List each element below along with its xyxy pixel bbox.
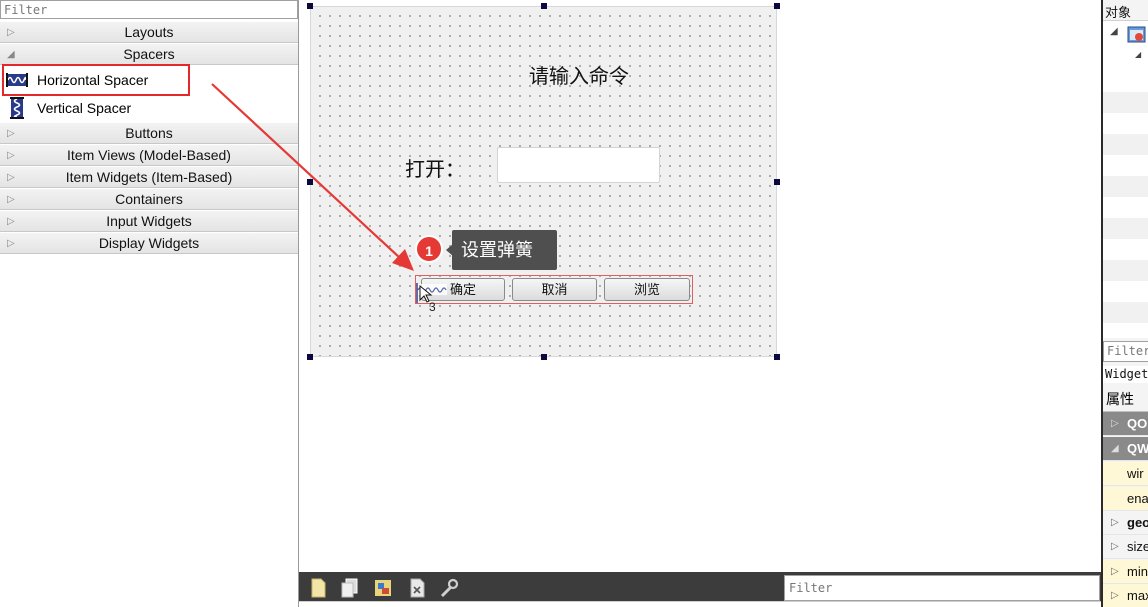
- tree-collapse-arrow-icon[interactable]: ◢: [1135, 50, 1141, 59]
- form-title-label: 请输入命令: [529, 66, 629, 88]
- tree-row[interactable]: [1103, 218, 1148, 239]
- expand-arrow-icon: ▷: [1111, 418, 1119, 429]
- property-row[interactable]: ▷ size: [1103, 535, 1148, 559]
- resize-handle[interactable]: [307, 354, 313, 360]
- category-label: Input Widgets: [106, 213, 192, 229]
- category-buttons[interactable]: ▷ Buttons: [0, 122, 298, 144]
- qt-designer-window: { "widget_box": { "filter_placeholder": …: [0, 0, 1148, 607]
- expand-arrow-icon: ▷: [1111, 590, 1119, 601]
- expand-arrow-icon: ▷: [7, 172, 15, 183]
- property-label: ena: [1127, 491, 1148, 506]
- expand-arrow-icon: ▷: [7, 27, 15, 38]
- category-display-widgets[interactable]: ▷ Display Widgets: [0, 232, 298, 254]
- step-badge: 1: [415, 235, 443, 263]
- property-row[interactable]: ▷ min: [1103, 560, 1148, 584]
- resource-list-header: [299, 601, 1101, 607]
- drag-count-label: 3: [429, 300, 436, 314]
- category-containers[interactable]: ▷ Containers: [0, 188, 298, 210]
- property-label: wir: [1127, 466, 1144, 481]
- expand-arrow-icon: ▷: [7, 150, 15, 161]
- widget-box-filter-input[interactable]: Filter: [0, 0, 298, 19]
- cancel-button[interactable]: 取消: [512, 278, 597, 301]
- property-class-label: Widget: [1103, 366, 1148, 383]
- vertical-spacer-item[interactable]: Vertical Spacer: [0, 94, 298, 122]
- dragged-spacer-icon: [416, 283, 447, 303]
- category-label: Display Widgets: [98, 235, 200, 251]
- category-input-widgets[interactable]: ▷ Input Widgets: [0, 210, 298, 232]
- open-label: 打开：: [405, 159, 465, 181]
- browse-button[interactable]: 浏览: [604, 278, 690, 301]
- resize-handle[interactable]: [541, 354, 547, 360]
- tree-row[interactable]: [1103, 302, 1148, 323]
- open-path-input[interactable]: [497, 147, 660, 183]
- delete-icon[interactable]: [406, 577, 428, 599]
- dialog-object-icon: [1127, 26, 1146, 43]
- expand-arrow-icon: ▷: [7, 216, 15, 227]
- resize-handle[interactable]: [307, 3, 313, 9]
- category-layouts[interactable]: ▷ Layouts: [0, 21, 298, 43]
- property-label: size: [1127, 539, 1148, 554]
- tree-row[interactable]: [1103, 92, 1148, 113]
- expand-arrow-icon: ▷: [1111, 566, 1119, 577]
- image-resource-icon[interactable]: [372, 577, 394, 599]
- expand-arrow-icon: ▷: [1111, 517, 1119, 528]
- resize-handle[interactable]: [541, 3, 547, 9]
- tree-collapse-arrow-icon[interactable]: ◢: [1110, 26, 1118, 37]
- collapse-arrow-icon: ◢: [1111, 443, 1119, 454]
- spacer-item-label: Vertical Spacer: [37, 100, 132, 116]
- category-spacers[interactable]: ◢ Spacers: [0, 43, 298, 65]
- property-group-row[interactable]: ◢ QW: [1103, 437, 1148, 461]
- expand-arrow-icon: ▷: [1111, 541, 1119, 552]
- category-item-widgets[interactable]: ▷ Item Widgets (Item-Based): [0, 166, 298, 188]
- resize-handle[interactable]: [774, 354, 780, 360]
- property-group-row[interactable]: ▷ QO: [1103, 412, 1148, 436]
- category-label: Spacers: [123, 46, 175, 62]
- property-row[interactable]: wir: [1103, 462, 1148, 486]
- wrench-icon[interactable]: [438, 577, 460, 599]
- property-filter-input[interactable]: Filter: [1103, 341, 1148, 362]
- resize-handle[interactable]: [774, 179, 780, 185]
- property-label: QW: [1127, 441, 1148, 456]
- callout-tooltip: 设置弹簧: [452, 230, 557, 270]
- highlight-box: [2, 64, 190, 96]
- property-label: geo: [1127, 515, 1148, 530]
- category-item-views[interactable]: ▷ Item Views (Model-Based): [0, 144, 298, 166]
- category-label: Item Views (Model-Based): [67, 147, 231, 163]
- expand-arrow-icon: ▷: [7, 128, 15, 139]
- property-row[interactable]: ▷ max: [1103, 584, 1148, 607]
- new-file-icon[interactable]: [307, 577, 329, 599]
- object-inspector-header: 对象: [1105, 5, 1132, 20]
- category-label: Buttons: [125, 125, 173, 141]
- expand-arrow-icon: ▷: [7, 238, 15, 249]
- property-row[interactable]: ena: [1103, 487, 1148, 511]
- copy-icon[interactable]: [339, 577, 361, 599]
- property-label: max: [1127, 588, 1148, 603]
- tree-row[interactable]: [1103, 134, 1148, 155]
- category-label: Layouts: [124, 24, 174, 40]
- resize-handle[interactable]: [774, 3, 780, 9]
- vertical-spacer-icon: [10, 97, 24, 119]
- category-label: Item Widgets (Item-Based): [65, 169, 233, 185]
- tree-row[interactable]: [1103, 176, 1148, 197]
- property-label: min: [1127, 564, 1148, 579]
- resize-handle[interactable]: [307, 179, 313, 185]
- tree-row[interactable]: [1103, 260, 1148, 281]
- property-row[interactable]: ▷ geo: [1103, 511, 1148, 535]
- property-label: QO: [1127, 416, 1148, 431]
- collapse-arrow-icon: ◢: [7, 49, 15, 60]
- category-label: Containers: [115, 191, 183, 207]
- resource-filter-input[interactable]: Filter: [784, 575, 1100, 601]
- property-column-header: 属性: [1103, 386, 1148, 412]
- expand-arrow-icon: ▷: [7, 194, 15, 205]
